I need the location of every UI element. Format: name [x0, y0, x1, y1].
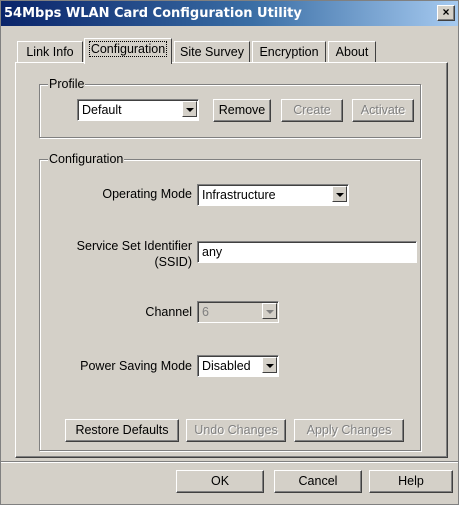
cancel-button[interactable]: Cancel	[274, 470, 362, 493]
ssid-label-line2: (SSID)	[154, 255, 193, 269]
tab-encryption-label: Encryption	[259, 45, 319, 59]
profile-select-value: Default	[82, 103, 122, 117]
profile-group-label: Profile	[48, 77, 86, 91]
help-button[interactable]: Help	[369, 470, 453, 493]
operating-mode-label: Operating Mode	[102, 187, 192, 201]
tab-configuration-label: Configuration	[88, 41, 168, 57]
cancel-button-label: Cancel	[298, 474, 338, 488]
profile-group: Profile Default Remove Create Activate	[39, 77, 421, 138]
ssid-input[interactable]: any	[197, 241, 417, 263]
configuration-group: Configuration Operating Mode Infrastruct…	[39, 152, 421, 451]
power-saving-select[interactable]: Disabled	[197, 355, 279, 377]
apply-changes-label: Apply Changes	[306, 423, 392, 437]
tab-site-survey[interactable]: Site Survey	[174, 41, 250, 63]
create-button[interactable]: Create	[281, 99, 343, 122]
channel-label: Channel	[145, 305, 192, 319]
apply-changes-button[interactable]: Apply Changes	[294, 419, 404, 442]
activate-button[interactable]: Activate	[352, 99, 414, 122]
configuration-panel: Profile Default Remove Create Activate C…	[15, 62, 448, 458]
title-bar[interactable]: 54Mbps WLAN Card Configuration Utility ×	[1, 1, 458, 26]
activate-button-label: Activate	[360, 103, 406, 117]
close-button[interactable]: ×	[437, 5, 455, 21]
close-icon: ×	[442, 5, 450, 19]
undo-changes-label: Undo Changes	[194, 423, 278, 437]
power-saving-value: Disabled	[202, 359, 251, 373]
profile-select[interactable]: Default	[77, 99, 199, 121]
tab-site-survey-label: Site Survey	[180, 45, 244, 59]
chevron-down-icon[interactable]	[332, 186, 347, 202]
operating-mode-value: Infrastructure	[202, 188, 276, 202]
ssid-input-value: any	[202, 245, 223, 259]
ssid-label-line1: Service Set Identifier	[76, 239, 192, 253]
help-button-label: Help	[398, 474, 424, 488]
chevron-down-icon[interactable]	[182, 101, 197, 117]
create-button-label: Create	[293, 103, 331, 117]
configuration-group-label: Configuration	[48, 152, 125, 166]
chevron-down-icon[interactable]	[262, 357, 277, 373]
restore-defaults-label: Restore Defaults	[75, 423, 169, 437]
tab-link-info-label: Link Info	[26, 45, 74, 59]
ok-button-label: OK	[210, 474, 230, 488]
channel-select[interactable]: 6	[197, 301, 279, 323]
ok-button[interactable]: OK	[176, 470, 264, 493]
restore-defaults-button[interactable]: Restore Defaults	[65, 419, 179, 442]
footer-divider	[1, 461, 458, 463]
tab-encryption[interactable]: Encryption	[252, 41, 326, 63]
chevron-down-icon[interactable]	[262, 303, 277, 319]
remove-button[interactable]: Remove	[213, 99, 271, 122]
active-tab-joiner	[85, 61, 169, 64]
tab-link-info[interactable]: Link Info	[17, 41, 83, 63]
tab-about[interactable]: About	[328, 41, 376, 63]
tab-about-label: About	[335, 45, 369, 59]
remove-button-label: Remove	[218, 103, 266, 117]
channel-value: 6	[202, 305, 209, 319]
undo-changes-button[interactable]: Undo Changes	[186, 419, 286, 442]
app-window: 54Mbps WLAN Card Configuration Utility ×…	[0, 0, 459, 505]
window-title: 54Mbps WLAN Card Configuration Utility	[4, 6, 302, 21]
operating-mode-select[interactable]: Infrastructure	[197, 184, 349, 206]
power-saving-label: Power Saving Mode	[80, 359, 192, 373]
